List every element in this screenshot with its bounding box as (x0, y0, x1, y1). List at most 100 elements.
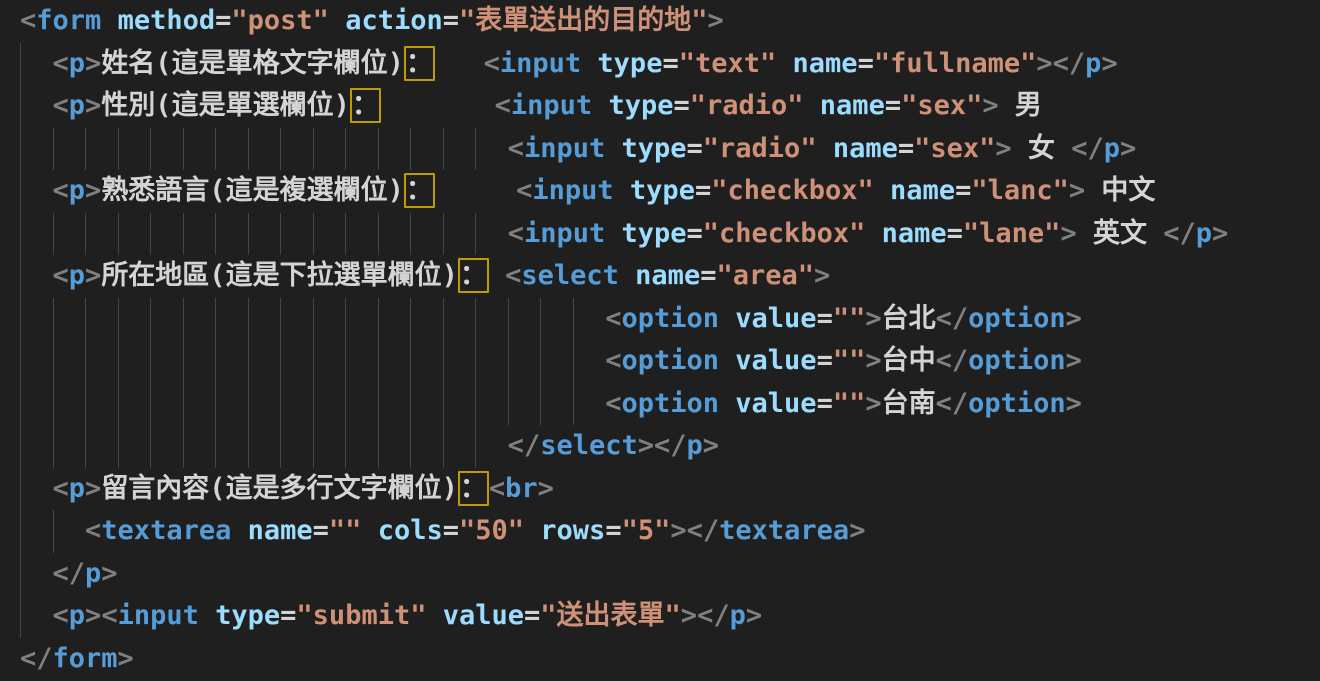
unicode-highlight-colon: ： (458, 471, 489, 506)
code-token-text (719, 388, 735, 419)
code-token-text (426, 600, 442, 631)
code-token-text (874, 175, 890, 206)
code-line[interactable]: <textarea name="" cols="50" rows="5"></t… (0, 510, 1320, 553)
code-token-punct: > (1060, 218, 1076, 249)
code-line[interactable]: <option value="">台中</option> (0, 340, 1320, 383)
code-token-punct: < (508, 133, 524, 164)
code-token-text (581, 48, 597, 79)
code-token-punct: > (849, 515, 865, 546)
code-token-punct: </ (1071, 133, 1104, 164)
code-token-text (489, 260, 505, 291)
code-token-punct: < (53, 600, 69, 631)
unicode-highlight-colon: ： (404, 173, 435, 208)
code-indentation (20, 473, 53, 504)
code-indentation (20, 48, 53, 79)
code-token-string: "lane" (963, 218, 1061, 249)
code-token-punct: > (85, 473, 101, 504)
code-token-punct: < (516, 175, 532, 206)
code-token-punct: < (53, 48, 69, 79)
code-token-punct: < (505, 260, 521, 291)
code-indentation (20, 558, 53, 589)
code-token-tag: option (968, 345, 1066, 376)
code-token-string: "sex" (914, 133, 995, 164)
code-token-string: "sex" (901, 90, 982, 121)
code-token-attr: type (608, 90, 673, 121)
code-indentation (20, 388, 605, 419)
code-line[interactable]: <option value="">台北</option> (0, 298, 1320, 341)
code-token-text (435, 48, 484, 79)
code-line[interactable]: <input type="checkbox" name="lane"> 英文 <… (0, 213, 1320, 256)
code-token-tag: p (687, 430, 703, 461)
code-token-string: "text" (679, 48, 777, 79)
code-line[interactable]: </select></p> (0, 425, 1320, 468)
code-token-tag: p (730, 600, 746, 631)
code-token-eq: = (700, 260, 716, 291)
code-line[interactable]: </p> (0, 553, 1320, 596)
code-token-text: 台中 (882, 345, 936, 376)
code-token-punct: < (85, 515, 101, 546)
code-line[interactable]: <input type="radio" name="sex"> 女 </p> (0, 128, 1320, 171)
code-token-text (619, 260, 635, 291)
code-token-punct: </ (1163, 218, 1196, 249)
code-token-text (605, 133, 621, 164)
code-token-attr: type (597, 48, 662, 79)
code-line[interactable]: <p>熟悉語言(這是複選欄位)： <input type="checkbox" … (0, 170, 1320, 213)
code-line[interactable]: <p>性別(這是單選欄位)： <input type="radio" name=… (0, 85, 1320, 128)
code-editor-area[interactable]: <form method="post" action="表單送出的目的地"> <… (0, 0, 1320, 680)
code-indentation (20, 600, 53, 631)
code-line[interactable]: <p>留言內容(這是多行文字欄位)：<br> (0, 468, 1320, 511)
code-token-text (865, 218, 881, 249)
code-token-text (101, 5, 117, 36)
code-indentation (20, 515, 85, 546)
code-token-text: 女 (1012, 133, 1072, 164)
code-token-punct: < (53, 175, 69, 206)
code-token-punct: > (85, 260, 101, 291)
code-token-punct: > (1066, 388, 1082, 419)
code-indentation (20, 345, 605, 376)
code-token-text (817, 133, 833, 164)
code-token-attr: cols (378, 515, 443, 546)
code-token-punct: > (85, 175, 101, 206)
code-token-punct: </ (697, 600, 730, 631)
code-line[interactable]: <p>所在地區(這是下拉選單欄位)： <select name="area"> (0, 255, 1320, 298)
code-token-tag: option (621, 388, 719, 419)
code-token-eq: = (817, 388, 833, 419)
code-token-string: "checkbox" (711, 175, 874, 206)
code-token-text: 台南 (882, 388, 936, 419)
code-token-punct: < (508, 218, 524, 249)
code-line[interactable]: <form method="post" action="表單送出的目的地"> (0, 0, 1320, 43)
code-token-punct: > (708, 5, 724, 36)
code-token-punct: < (53, 473, 69, 504)
code-token-tag: input (524, 218, 605, 249)
code-token-attr: value (735, 388, 816, 419)
code-token-eq: = (817, 303, 833, 334)
code-token-text (361, 515, 377, 546)
code-line[interactable]: <p><input type="submit" value="送出表單"></p… (0, 595, 1320, 638)
code-token-eq: = (673, 90, 689, 121)
code-token-punct: </ (654, 430, 687, 461)
code-token-eq: = (817, 345, 833, 376)
code-line[interactable]: <p>姓名(這是單格文字欄位)： <input type="text" name… (0, 43, 1320, 86)
code-indentation (20, 430, 508, 461)
code-token-tag: p (85, 558, 101, 589)
code-token-attr: name (820, 90, 885, 121)
code-line[interactable]: <option value="">台南</option> (0, 383, 1320, 426)
code-token-punct: > (85, 48, 101, 79)
code-token-tag: br (505, 473, 538, 504)
code-token-punct: </ (20, 643, 53, 674)
code-token-tag: option (968, 388, 1066, 419)
unicode-highlight-colon: ： (350, 88, 381, 123)
code-token-text: 所在地區(這是下拉選單欄位) (101, 260, 458, 291)
code-token-string: "" (329, 515, 362, 546)
code-token-tag: input (524, 133, 605, 164)
code-token-eq: = (280, 600, 296, 631)
code-token-punct: > (865, 345, 881, 376)
code-token-eq: = (898, 133, 914, 164)
code-token-tag: p (69, 175, 85, 206)
code-token-text (719, 303, 735, 334)
code-token-tag: p (69, 48, 85, 79)
code-token-punct: > (995, 133, 1011, 164)
code-token-punct: </ (936, 388, 969, 419)
code-line[interactable]: </form> (0, 638, 1320, 681)
code-token-string: "50" (459, 515, 524, 546)
